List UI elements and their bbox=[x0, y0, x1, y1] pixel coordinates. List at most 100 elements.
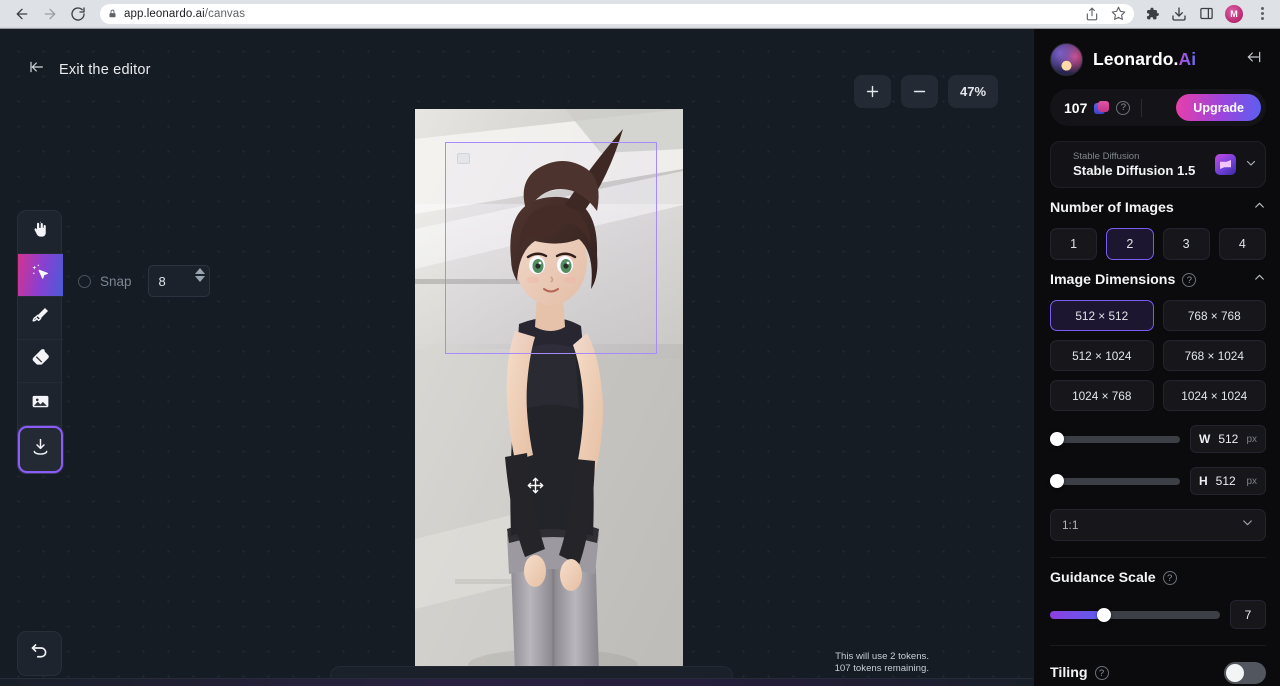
hand-tool[interactable] bbox=[18, 211, 63, 254]
token-help-icon[interactable]: ? bbox=[1116, 101, 1130, 115]
token-coin-icon bbox=[1094, 101, 1109, 114]
chevron-up-icon[interactable] bbox=[1253, 271, 1266, 289]
chevron-up-icon[interactable] bbox=[1253, 199, 1266, 217]
exit-arrow-icon bbox=[27, 59, 47, 80]
puzzle-icon[interactable] bbox=[1140, 2, 1164, 26]
snap-stepper[interactable] bbox=[195, 268, 205, 282]
dimension-option-768x768[interactable]: 768 × 768 bbox=[1163, 300, 1267, 331]
tiling-help-icon[interactable]: ? bbox=[1095, 666, 1109, 680]
profile-initial: M bbox=[1230, 9, 1238, 19]
reload-icon[interactable] bbox=[64, 0, 92, 27]
upload-image-tool[interactable] bbox=[18, 383, 63, 426]
width-key: W bbox=[1199, 432, 1210, 446]
snap-label: Snap bbox=[100, 274, 132, 289]
side-panel-icon[interactable] bbox=[1194, 2, 1218, 26]
back-arrow-icon[interactable] bbox=[8, 0, 36, 27]
snap-input[interactable]: 8 bbox=[148, 265, 210, 297]
exit-editor-button[interactable]: Exit the editor bbox=[27, 59, 151, 80]
eraser-icon bbox=[30, 348, 51, 374]
snap-value: 8 bbox=[149, 274, 166, 289]
inpaint-brush-tool[interactable] bbox=[18, 297, 63, 340]
number-option-4[interactable]: 4 bbox=[1219, 228, 1266, 260]
panel-header: Leonardo.Ai bbox=[1034, 29, 1280, 76]
zoom-level-display[interactable]: 47% bbox=[948, 75, 998, 108]
image-dimensions-help-icon[interactable]: ? bbox=[1182, 273, 1196, 287]
guidance-scale-help-icon[interactable]: ? bbox=[1163, 571, 1177, 585]
canvas-workspace[interactable]: Exit the editor 47% bbox=[0, 29, 1033, 686]
tiling-title: Tiling bbox=[1050, 665, 1088, 681]
guidance-scale-row: 7 bbox=[1050, 600, 1266, 629]
guidance-scale-knob[interactable] bbox=[1097, 608, 1111, 622]
download-icon[interactable] bbox=[1167, 2, 1191, 26]
settings-panel: Leonardo.Ai 107 ? Upgrade Stable Diffusi… bbox=[1033, 29, 1280, 686]
height-slider[interactable] bbox=[1050, 478, 1180, 485]
model-selector[interactable]: Stable Diffusion Stable Diffusion 1.5 bbox=[1050, 141, 1266, 188]
upgrade-button[interactable]: Upgrade bbox=[1176, 94, 1261, 121]
selection-handle-badge[interactable] bbox=[457, 153, 470, 164]
dimension-option-768x1024[interactable]: 768 × 1024 bbox=[1163, 340, 1267, 371]
model-thumbnail-icon bbox=[1215, 154, 1236, 175]
zoom-out-button[interactable] bbox=[901, 75, 938, 108]
zoom-in-button[interactable] bbox=[854, 75, 891, 108]
undo-button[interactable] bbox=[17, 631, 62, 676]
token-usage-line2: 107 tokens remaining. bbox=[835, 663, 929, 675]
chevron-down-icon[interactable] bbox=[1241, 516, 1254, 534]
tiling-section: Tiling ? bbox=[1050, 662, 1266, 684]
height-key: H bbox=[1199, 474, 1208, 488]
brand-suffix: Ai bbox=[1179, 49, 1197, 69]
number-of-images-header[interactable]: Number of Images bbox=[1050, 188, 1266, 228]
profile-avatar[interactable]: M bbox=[1225, 5, 1243, 23]
stepper-up-icon[interactable] bbox=[195, 268, 205, 274]
magic-select-tool[interactable] bbox=[18, 254, 63, 297]
width-field[interactable]: W 512 px bbox=[1190, 425, 1266, 453]
star-icon[interactable] bbox=[1106, 2, 1130, 26]
number-option-1[interactable]: 1 bbox=[1050, 228, 1097, 260]
number-of-images-section: Number of Images 1 2 3 4 bbox=[1050, 188, 1266, 260]
snap-toggle[interactable] bbox=[78, 275, 91, 288]
section-divider bbox=[1050, 645, 1266, 646]
dimension-option-512x512[interactable]: 512 × 512 bbox=[1050, 300, 1154, 331]
width-slider[interactable] bbox=[1050, 436, 1180, 443]
number-option-3[interactable]: 3 bbox=[1163, 228, 1210, 260]
brand-name: Leonardo.Ai bbox=[1093, 49, 1196, 70]
undo-icon bbox=[29, 641, 50, 667]
kebab-menu-icon[interactable] bbox=[1250, 2, 1274, 26]
token-balance-card: 107 ? Upgrade bbox=[1050, 89, 1266, 126]
share-icon[interactable] bbox=[1080, 2, 1104, 26]
image-dimensions-title: Image Dimensions bbox=[1050, 272, 1175, 288]
editor-toolbar bbox=[17, 210, 62, 474]
guidance-scale-value[interactable]: 7 bbox=[1230, 600, 1266, 629]
guidance-scale-title: Guidance Scale bbox=[1050, 570, 1156, 586]
number-option-2[interactable]: 2 bbox=[1106, 228, 1153, 260]
model-sub-label: Stable Diffusion bbox=[1073, 151, 1215, 163]
download-tool[interactable] bbox=[18, 426, 63, 473]
height-slider-knob[interactable] bbox=[1050, 474, 1064, 488]
stepper-down-icon[interactable] bbox=[195, 276, 205, 282]
aspect-ratio-select[interactable]: 1:1 bbox=[1050, 509, 1266, 541]
tiling-row: Tiling ? bbox=[1050, 662, 1266, 684]
image-dimensions-header[interactable]: Image Dimensions ? bbox=[1050, 260, 1266, 300]
guidance-scale-fill bbox=[1050, 611, 1104, 619]
collapse-panel-icon[interactable] bbox=[1242, 49, 1266, 70]
move-cursor-icon bbox=[527, 477, 544, 494]
brand-avatar bbox=[1050, 43, 1083, 76]
width-row: W 512 px bbox=[1050, 425, 1266, 453]
width-slider-knob[interactable] bbox=[1050, 432, 1064, 446]
eraser-tool[interactable] bbox=[18, 340, 63, 383]
token-count: 107 bbox=[1064, 100, 1087, 116]
tiling-toggle[interactable] bbox=[1224, 662, 1266, 684]
guidance-scale-slider[interactable] bbox=[1050, 611, 1220, 619]
address-bar[interactable]: app.leonardo.ai/canvas bbox=[100, 4, 1134, 24]
width-value: 512 bbox=[1218, 432, 1238, 446]
dimension-option-512x1024[interactable]: 512 × 1024 bbox=[1050, 340, 1154, 371]
token-usage-line1: This will use 2 tokens. bbox=[835, 651, 929, 663]
url-text: app.leonardo.ai/canvas bbox=[124, 8, 245, 20]
height-field[interactable]: H 512 px bbox=[1190, 467, 1266, 495]
generated-image[interactable] bbox=[415, 109, 683, 672]
number-of-images-options: 1 2 3 4 bbox=[1050, 228, 1266, 260]
dimension-option-1024x1024[interactable]: 1024 × 1024 bbox=[1163, 380, 1267, 411]
forward-arrow-icon[interactable] bbox=[36, 0, 64, 27]
chevron-down-icon[interactable] bbox=[1245, 156, 1257, 174]
dimension-option-1024x768[interactable]: 1024 × 768 bbox=[1050, 380, 1154, 411]
magic-cursor-icon bbox=[30, 262, 51, 288]
